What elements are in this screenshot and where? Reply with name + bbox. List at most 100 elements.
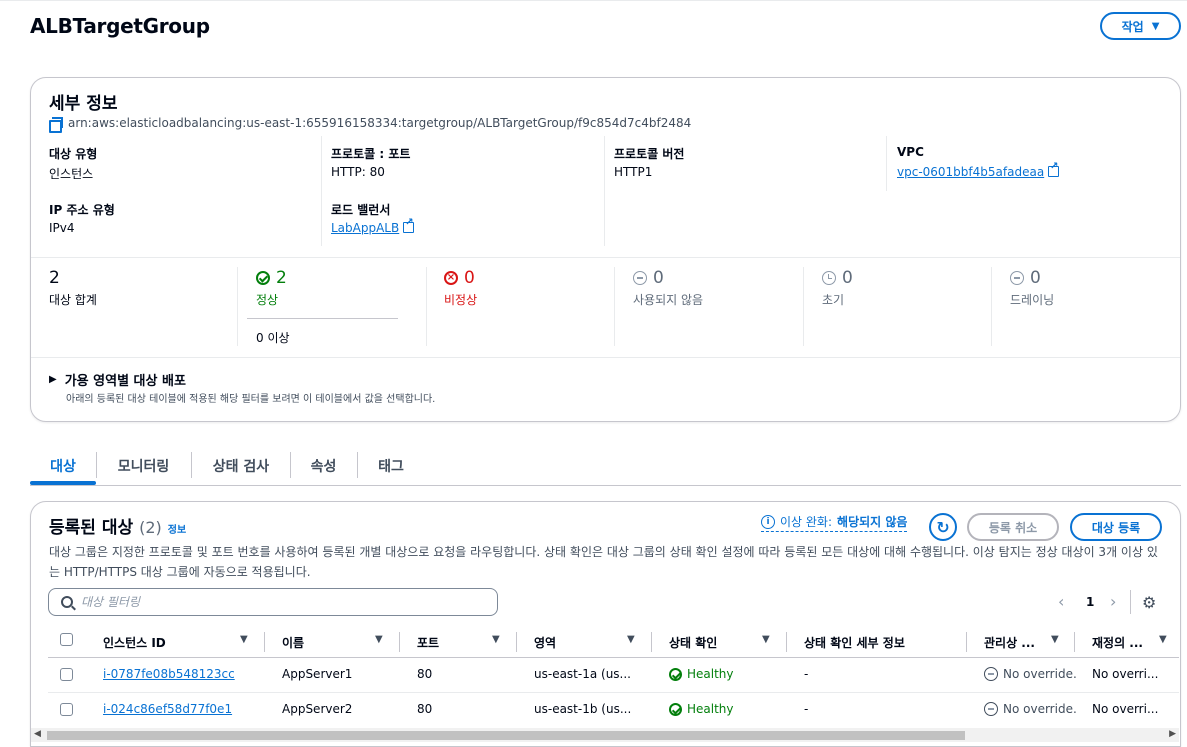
healthy-count[interactable]: 2 <box>256 268 287 288</box>
draining-label: 드레이닝 <box>1010 293 1055 307</box>
sort-icon[interactable]: ▼ <box>627 634 635 645</box>
deregister-button[interactable]: 등록 취소 <box>967 513 1059 541</box>
name-cell: AppServer2 <box>282 702 353 716</box>
register-targets-button[interactable]: 대상 등록 <box>1070 513 1162 541</box>
total-count: 2 <box>49 268 60 288</box>
sort-icon[interactable]: ▼ <box>1051 634 1059 645</box>
horizontal-scrollbar[interactable]: ◀ ▶ <box>31 728 1179 742</box>
col-reassign[interactable]: 재정의 ... <box>1092 626 1143 658</box>
details-heading: 세부 정보 <box>49 94 118 114</box>
minus-circle-icon <box>1010 271 1024 285</box>
error-circle-icon: × <box>444 271 458 285</box>
column-separator[interactable] <box>1074 632 1075 652</box>
load-balancer-link[interactable]: LabAppALB <box>331 221 399 235</box>
healthy-count-value: 2 <box>276 268 287 288</box>
field-divider <box>604 136 605 246</box>
column-separator[interactable] <box>264 632 265 652</box>
tab-attributes[interactable]: 속성 <box>290 446 357 486</box>
filter-input[interactable] <box>81 595 481 609</box>
column-separator[interactable] <box>399 632 400 652</box>
unhealthy-label: 비정상 <box>444 293 478 307</box>
active-tab-indicator <box>30 481 96 485</box>
stat-subdivider <box>247 318 398 319</box>
draining-count: 0 <box>1010 268 1041 288</box>
health-detail-cell: - <box>804 667 809 681</box>
az-distribution-expander[interactable]: ▶ 가용 영역별 대상 배포 <box>49 370 186 389</box>
col-zone[interactable]: 영역 <box>534 626 556 658</box>
unhealthy-count-value: 0 <box>464 268 475 288</box>
column-separator[interactable] <box>966 632 967 652</box>
check-circle-icon <box>669 702 682 716</box>
unhealthy-count[interactable]: × 0 <box>444 268 475 288</box>
current-page[interactable]: 1 <box>1086 595 1094 609</box>
tab-label: 모니터링 <box>117 459 170 475</box>
copy-icon[interactable] <box>49 116 63 133</box>
previous-page-icon[interactable]: ‹ <box>1058 592 1064 611</box>
row-checkbox[interactable] <box>60 668 73 681</box>
scrollbar-thumb[interactable] <box>47 731 965 740</box>
col-instance-id[interactable]: 인스턴스 ID <box>103 626 166 658</box>
column-separator[interactable] <box>651 632 652 652</box>
instance-id-link[interactable]: i-0787fe08b548123cc <box>103 667 235 681</box>
sort-icon[interactable]: ▼ <box>240 634 248 645</box>
health-status-text: Healthy <box>687 667 734 681</box>
info-link[interactable]: 정보 <box>168 521 186 536</box>
protocol-port-value: HTTP: 80 <box>331 165 385 179</box>
tab-tags[interactable]: 태그 <box>357 446 425 486</box>
vpc-link[interactable]: vpc-0601bbf4b5afadeaa <box>897 165 1044 179</box>
tab-monitoring[interactable]: 모니터링 <box>96 446 191 486</box>
search-icon <box>61 596 73 608</box>
ip-type-value: IPv4 <box>49 221 75 235</box>
targets-description: 대상 그룹은 지정한 프로토콜 및 포트 번호를 사용하여 등록된 개별 대상으… <box>49 545 1158 579</box>
admin-override-text: No override. <box>1003 667 1077 681</box>
anomaly-label: 이상 완화: <box>780 515 833 529</box>
vpc-label: VPC <box>897 145 924 159</box>
clock-icon <box>822 271 836 285</box>
col-admin-override[interactable]: 관리상 ... <box>984 626 1035 658</box>
initial-count-value: 0 <box>842 268 853 288</box>
col-health-detail[interactable]: 상태 확인 세부 정보 <box>804 626 905 658</box>
scroll-right-arrow-icon[interactable]: ▶ <box>1169 729 1176 739</box>
sort-icon[interactable]: ▼ <box>492 634 500 645</box>
next-page-icon[interactable]: › <box>1110 592 1116 611</box>
anomaly-mitigation-status[interactable]: i 이상 완화: 해당되지 않음 <box>761 513 908 532</box>
healthy-label: 정상 <box>256 293 279 307</box>
instance-id-link[interactable]: i-024c86ef58d77f0e1 <box>103 702 232 716</box>
col-port[interactable]: 포트 <box>417 626 439 658</box>
tab-label: 상태 검사 <box>212 459 270 475</box>
row-checkbox[interactable] <box>60 703 73 716</box>
port-cell: 80 <box>417 702 433 716</box>
sort-icon[interactable]: ▼ <box>375 634 383 645</box>
section-divider <box>31 257 1180 258</box>
top-border <box>0 0 1187 1</box>
column-separator[interactable] <box>786 632 787 652</box>
select-all-checkbox[interactable] <box>60 633 73 646</box>
ip-type-label: IP 주소 유형 <box>49 203 115 217</box>
check-circle-icon <box>256 271 270 285</box>
col-name[interactable]: 이름 <box>282 626 304 658</box>
page-title: ALBTargetGroup <box>30 14 210 38</box>
sort-icon[interactable]: ▼ <box>762 634 770 645</box>
refresh-icon: ↻ <box>936 517 950 537</box>
tab-targets[interactable]: 대상 <box>30 446 96 486</box>
settings-gear-icon[interactable]: ⚙ <box>1142 593 1156 612</box>
tab-health-checks[interactable]: 상태 검사 <box>191 446 291 486</box>
stat-divider <box>426 267 427 346</box>
targets-count: (2) <box>139 518 162 537</box>
external-link-icon <box>1048 161 1060 177</box>
zone-cell: us-east-1b (us... <box>534 702 632 716</box>
refresh-button[interactable]: ↻ <box>929 513 957 541</box>
total-label: 대상 합계 <box>49 293 97 307</box>
targets-heading: 등록된 대상 <box>49 518 134 538</box>
target-filter[interactable] <box>48 588 498 616</box>
info-icon: i <box>761 514 775 529</box>
admin-override-cell: No override. <box>984 702 1077 716</box>
col-health-status[interactable]: 상태 확인 <box>669 626 717 658</box>
sort-icon[interactable]: ▼ <box>1159 634 1167 645</box>
zone-cell: us-east-1a (us... <box>534 667 631 681</box>
actions-button[interactable]: 작업 ▼ <box>1100 12 1181 40</box>
column-separator[interactable] <box>516 632 517 652</box>
reassign-cell: No overri... <box>1092 667 1159 681</box>
row-divider <box>48 692 1179 693</box>
scroll-left-arrow-icon[interactable]: ◀ <box>34 729 41 739</box>
